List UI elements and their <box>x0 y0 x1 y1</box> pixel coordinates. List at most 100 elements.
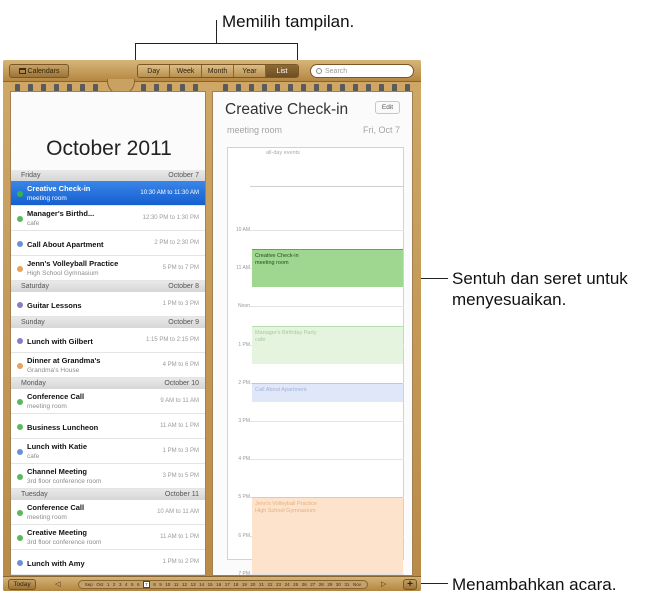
scrubber-day[interactable]: 15 <box>208 582 213 587</box>
scrubber-day[interactable]: 26 <box>302 582 307 587</box>
scrubber-day[interactable]: 22 <box>268 582 273 587</box>
calendar-color-dot <box>17 424 23 430</box>
view-selector: Day Week Month Year List <box>137 64 299 78</box>
scrubber-day[interactable]: 5 <box>131 582 134 587</box>
event-list-item[interactable]: Lunch with Amy 1 PM to 2 PM <box>11 550 205 575</box>
timeline-event-title: Manager's Birthday Party <box>255 329 317 336</box>
leader-line-views-horizontal <box>135 43 298 44</box>
day-header: Friday October 7 <box>11 170 205 181</box>
scrubber-day[interactable]: 28 <box>319 582 324 587</box>
all-day-events-label: all-day events <box>266 150 300 156</box>
day-header: Monday October 10 <box>11 378 205 389</box>
scrubber-day[interactable]: 4 <box>125 582 128 587</box>
scrubber-day[interactable]: 23 <box>276 582 281 587</box>
timeline-event-block[interactable]: Jenn's Volleyball Practice High School Gy… <box>252 497 403 574</box>
calendar-color-dot <box>17 474 23 480</box>
event-list-item[interactable]: Channel Meeting 3rd floor conference room… <box>11 464 205 489</box>
event-location: cafe <box>27 220 40 227</box>
scrubber-day[interactable]: 18 <box>233 582 238 587</box>
forward-arrow-icon[interactable]: ▷ <box>381 580 386 588</box>
scrubber-day[interactable]: 12 <box>182 582 187 587</box>
calendar-color-dot <box>17 535 23 541</box>
timeline-event-block[interactable]: Call About Apartment <box>252 382 403 402</box>
event-list-item[interactable]: Dinner at Grandma's Grandma's House 4 PM t… <box>11 353 205 378</box>
event-location: High School Gymnasium <box>27 270 99 277</box>
scrubber-day[interactable]: 29 <box>327 582 332 587</box>
calendar-color-dot <box>17 338 23 344</box>
scrubber-day[interactable]: 11 <box>174 582 179 587</box>
scrubber-day[interactable]: 2 <box>113 582 116 587</box>
calendar-color-dot <box>17 266 23 272</box>
event-location: Grandma's House <box>27 367 80 374</box>
scrubber-day[interactable]: 13 <box>191 582 196 587</box>
scrubber-day[interactable]: 25 <box>293 582 298 587</box>
event-list-item[interactable]: Conference Call meeting room 9 AM to 11 AM <box>11 389 205 414</box>
edit-button[interactable]: Edit <box>375 101 400 114</box>
scrubber-day[interactable]: 3 <box>119 582 122 587</box>
hour-label: 4 PM <box>238 456 250 463</box>
scrubber-day[interactable]: 19 <box>242 582 247 587</box>
view-tab-year[interactable]: Year <box>234 65 266 77</box>
event-list-item[interactable]: Guitar Lessons 1 PM to 3 PM <box>11 292 205 317</box>
event-list-item[interactable]: Conference Call meeting room 10 AM to 11 A… <box>11 500 205 525</box>
scrubber-day[interactable]: 21 <box>259 582 264 587</box>
scrubber-day[interactable]: 27 <box>310 582 315 587</box>
bottom-toolbar: Today ◁ Sep Oct 1 2 3 4 5 6 7 8 9 10 11 12 13 14 15 16 17 1… <box>3 576 421 591</box>
scrubber-day[interactable]: 9 <box>159 582 162 587</box>
scrubber-day[interactable]: 1 <box>107 582 110 587</box>
scrubber-day[interactable]: 31 <box>344 582 349 587</box>
scrubber-day[interactable]: 30 <box>336 582 341 587</box>
view-tab-week[interactable]: Week <box>170 65 202 77</box>
event-time: 9 AM to 11 AM <box>160 398 199 404</box>
search-icon <box>316 68 322 74</box>
scrubber-day[interactable]: 8 <box>153 582 156 587</box>
today-button[interactable]: Today <box>8 579 36 590</box>
event-list-item[interactable]: Business Luncheon 11 AM to 1 PM <box>11 414 205 439</box>
event-title: Business Luncheon <box>27 423 99 432</box>
scrubber-month-current[interactable]: Oct <box>96 582 103 587</box>
scrubber-day[interactable]: 20 <box>250 582 255 587</box>
event-list-item[interactable]: Call About Apartment 2 PM to 2:30 PM <box>11 231 205 256</box>
hour-label: 1 PM <box>238 341 250 348</box>
timeline-event-location: cafe <box>255 336 266 343</box>
scrubber-day[interactable]: 17 <box>225 582 230 587</box>
view-tab-day[interactable]: Day <box>138 65 170 77</box>
timeline-event-block[interactable]: Creative Check-in meeting room <box>252 249 403 288</box>
scrubber-month-prev[interactable]: Sep <box>85 582 93 587</box>
day-header: Sunday October 9 <box>11 317 205 328</box>
event-list-item[interactable]: Creative Check-in meeting room 10:30 AM to… <box>11 181 205 206</box>
event-list-item[interactable]: Lunch with Katie cafe 1 PM to 3 PM <box>11 439 205 464</box>
scrubber-day[interactable]: 24 <box>285 582 290 587</box>
date-scrubber[interactable]: Sep Oct 1 2 3 4 5 6 7 8 9 10 11 12 13 14 15 16 17 18 19 20 21 2… <box>78 580 368 589</box>
scrubber-day[interactable]: 10 <box>165 582 170 587</box>
scrubber-day[interactable]: 16 <box>216 582 221 587</box>
scrubber-day[interactable]: 7 <box>143 581 150 588</box>
scrubber-month-next[interactable]: Nov <box>353 582 361 587</box>
event-list-item[interactable]: Jenn's Volleyball Practice High School Gy… <box>11 256 205 281</box>
add-event-button[interactable]: + <box>403 579 417 590</box>
event-list-item[interactable]: Manager's Birthd... cafe 12:30 PM to 1:30 … <box>11 206 205 231</box>
calendars-button[interactable]: Calendars <box>9 64 69 78</box>
back-arrow-icon[interactable]: ◁ <box>55 580 60 588</box>
event-title: Creative Check-in <box>27 184 91 193</box>
event-time: 1 PM to 3 PM <box>162 448 199 454</box>
day-header-weekday: Friday <box>21 172 41 179</box>
event-list-item[interactable]: Lunch with Gilbert 1:15 PM to 2:15 PM <box>11 328 205 353</box>
event-title: Manager's Birthd... <box>27 209 95 218</box>
event-list-item[interactable]: Creative Meeting 3rd floor conference roo… <box>11 525 205 550</box>
timeline-event-block[interactable]: Manager's Birthday Party cafe <box>252 325 403 364</box>
search-field[interactable]: Search <box>310 64 414 78</box>
view-tab-month[interactable]: Month <box>202 65 234 77</box>
hour-gridline <box>250 459 404 461</box>
event-title: Jenn's Volleyball Practice <box>27 259 119 268</box>
view-tab-list[interactable]: List <box>266 65 298 77</box>
callout-add-event: Menambahkan acara. <box>452 575 617 591</box>
scrubber-day[interactable]: 14 <box>199 582 204 587</box>
calendar-color-dot <box>17 363 23 369</box>
scrubber-day[interactable]: 6 <box>137 582 140 587</box>
top-toolbar: Calendars Day Week Month Year List Searc… <box>3 60 421 82</box>
event-detail-title: Creative Check-in <box>225 101 349 118</box>
timeline-event-title: Creative Check-in <box>255 253 299 260</box>
event-location: cafe <box>27 453 40 460</box>
day-header-weekday: Saturday <box>21 283 50 290</box>
